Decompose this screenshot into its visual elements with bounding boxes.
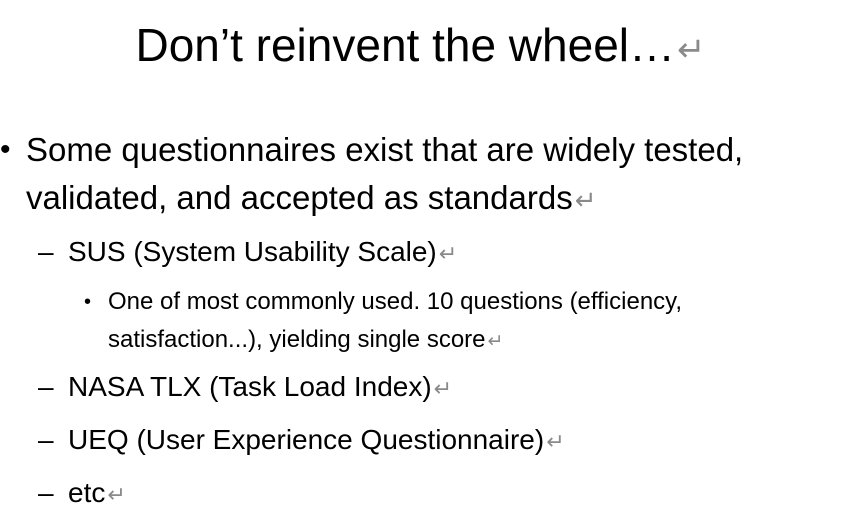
return-mark-icon: ↵: [433, 377, 453, 402]
subpoint-text: UEQ (User Experience Questionnaire): [68, 424, 545, 455]
return-mark-icon: ↵: [107, 483, 126, 508]
slide-title: Don’t reinvent the wheel…↵: [0, 14, 841, 81]
dash-icon: –: [38, 424, 54, 455]
return-mark-icon: ↵: [438, 242, 458, 267]
subpoint-ueq: – UEQ (User Experience Questionnaire)↵: [38, 420, 565, 463]
dash-icon: –: [38, 477, 54, 508]
return-mark-icon: ↵: [546, 430, 565, 455]
slide-title-text: Don’t reinvent the wheel…: [135, 19, 675, 71]
subpoint-etc: – etc↵: [38, 473, 126, 516]
bullet-icon: •: [84, 291, 92, 313]
dash-icon: –: [38, 371, 54, 402]
main-bullet-point: • Some questionnaires exist that are wide…: [0, 126, 836, 225]
subpoint-text: SUS (System Usability Scale): [68, 236, 437, 267]
subpoint-sus: – SUS (System Usability Scale)↵: [38, 232, 457, 275]
subpoint-text: NASA TLX (Task Load Index): [68, 371, 432, 402]
subpoint-text: etc: [68, 477, 106, 508]
return-mark-icon: ↵: [487, 330, 504, 352]
subpoint-sus-detail: • One of most commonly used. 10 questions…: [84, 283, 828, 360]
subpoint-nasa-tlx: – NASA TLX (Task Load Index)↵: [38, 367, 452, 410]
dash-icon: –: [38, 236, 54, 267]
return-mark-icon: ↵: [677, 30, 706, 70]
bullet-icon: •: [0, 133, 11, 166]
return-mark-icon: ↵: [574, 186, 597, 216]
detail-text: One of most commonly used. 10 questions …: [108, 288, 683, 353]
main-bullet-text: Some questionnaires exist that are widel…: [26, 131, 744, 216]
